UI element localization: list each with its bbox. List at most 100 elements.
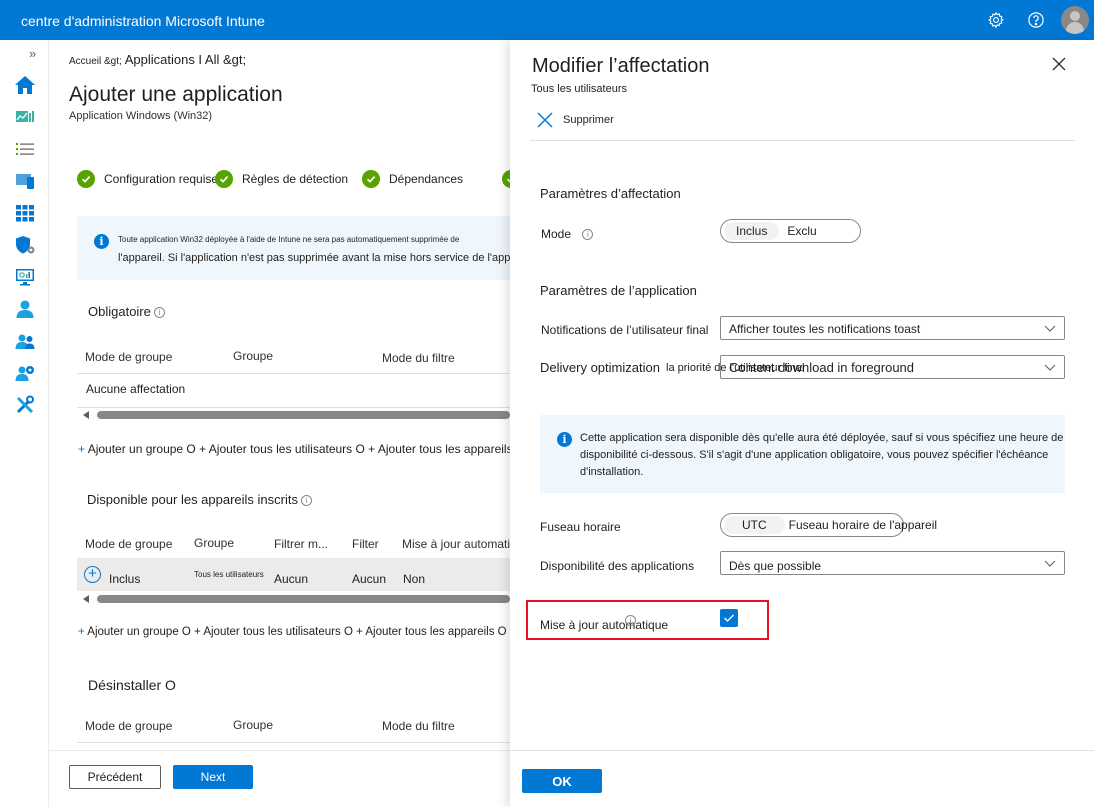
page-title: Ajouter une application	[69, 83, 283, 106]
notifications-value: Afficher toutes les notifications toast	[729, 322, 921, 336]
expand-nav-icon[interactable]: »	[29, 46, 36, 61]
timezone-label: Fuseau horaire	[540, 520, 621, 534]
close-icon[interactable]	[1051, 56, 1067, 72]
add-links-text[interactable]: Ajouter un groupe O + Ajouter tous les u…	[88, 442, 510, 456]
step-label: Configuration requise	[104, 172, 219, 186]
column-header[interactable]: Groupe	[194, 536, 234, 550]
notifications-dropdown[interactable]: Afficher toutes les notifications toast	[720, 316, 1065, 340]
remove-label: Supprimer	[563, 114, 614, 126]
remove-x-icon	[537, 112, 553, 128]
step-detection-rules[interactable]: Règles de détection	[215, 170, 348, 188]
devices-icon[interactable]	[14, 170, 36, 192]
mode-toggle[interactable]: Inclus Exclu	[720, 219, 861, 243]
info-circle-icon[interactable]: i	[301, 495, 312, 507]
horizontal-scrollbar[interactable]	[77, 593, 510, 605]
delivery-value: Content download in foreground	[729, 360, 915, 375]
breadcrumb-apps[interactable]: Applications I All &gt;	[125, 52, 246, 67]
column-header[interactable]: Groupe	[233, 718, 273, 732]
check-icon	[215, 170, 233, 188]
step-dependencies[interactable]: Dépendances	[362, 170, 463, 188]
column-header[interactable]: Mode de groupe	[85, 350, 172, 364]
ok-button[interactable]: OK	[522, 769, 602, 793]
list-icon[interactable]	[14, 138, 36, 160]
win32-info-banner: i Toute application Win32 déployée à l'a…	[77, 216, 510, 280]
column-header[interactable]: Mode du filtre	[382, 351, 455, 365]
avatar-head	[1070, 11, 1080, 21]
add-links-text[interactable]: Ajouter un groupe O + Ajouter tous les u…	[87, 626, 506, 638]
mode-option-included[interactable]: Inclus	[724, 222, 780, 240]
available-section-title: Disponible pour les appareils inscrits i	[87, 492, 312, 507]
dashboard-icon[interactable]	[14, 106, 36, 128]
timezone-toggle[interactable]: UTC Fuseau horaire de l'appareil	[720, 513, 937, 537]
panel-footer: OK	[510, 750, 1094, 807]
scrollbar-thumb[interactable]	[97, 411, 510, 419]
next-button[interactable]: Next	[173, 765, 253, 789]
divider	[530, 140, 1075, 141]
info-circle-icon[interactable]: i	[582, 229, 594, 241]
column-header[interactable]: Mode de groupe	[85, 537, 172, 551]
mode-option-excluded[interactable]: Exclu	[779, 222, 828, 240]
mode-label: Mode i	[541, 227, 594, 241]
column-header[interactable]: Mise à jour automatique	[402, 537, 510, 551]
user-icon[interactable]	[14, 298, 36, 320]
check-icon	[362, 170, 380, 188]
uninstall-section-title: Désinstaller O	[88, 677, 176, 693]
auto-update-label: Mise à jour automatique	[540, 618, 669, 632]
availability-dropdown[interactable]: Dès que possible	[720, 551, 1065, 575]
cell-filter: Aucun	[352, 572, 387, 586]
breadcrumb: Accueil &gt; Applications I All &gt;	[69, 52, 246, 67]
remove-label-text: Supprimer	[563, 114, 614, 126]
remove-button[interactable]: Supprimer	[537, 112, 614, 128]
tools-icon[interactable]	[14, 394, 36, 416]
chevron-down-icon	[1044, 364, 1056, 371]
avatar[interactable]	[1061, 6, 1089, 34]
chevron-down-icon	[1044, 325, 1056, 332]
column-header[interactable]: Mode du filtre	[382, 719, 455, 733]
available-add-links[interactable]: + Ajouter un groupe O + Ajouter tous les…	[78, 626, 507, 638]
help-icon[interactable]	[1025, 9, 1047, 31]
group-icon[interactable]	[14, 330, 36, 352]
wizard-footer: Précédent Next	[49, 750, 510, 807]
table-row[interactable]: + Inclus Tous les utilisateurs Aucun Auc…	[77, 558, 510, 591]
required-add-links[interactable]: + Ajouter un groupe O + Ajouter tous les…	[78, 442, 510, 456]
previous-button[interactable]: Précédent	[69, 765, 161, 789]
info-text-line2: l'appareil. Si l'application n'est pas s…	[118, 252, 510, 264]
scrollbar-thumb[interactable]	[97, 595, 510, 603]
plus-circle-icon[interactable]: +	[84, 566, 101, 583]
info-circle-icon[interactable]: i	[625, 615, 636, 626]
column-header[interactable]: Groupe	[233, 349, 273, 363]
step-requirements[interactable]: Configuration requise	[77, 170, 218, 188]
column-header[interactable]: Mode de groupe	[85, 719, 172, 733]
breadcrumb-home[interactable]: Accueil &gt;	[69, 56, 122, 67]
plus-icon: +	[78, 442, 88, 456]
panel-subtitle: Tous les utilisateurs	[531, 83, 627, 95]
edit-assignment-panel: Modifier l’affectation Tous les utilisat…	[510, 40, 1094, 807]
cell-filter-mode: Aucun	[274, 572, 309, 586]
column-header[interactable]: Filtrer m...	[274, 537, 328, 551]
gear-icon[interactable]	[985, 9, 1007, 31]
monitor-chart-icon[interactable]	[14, 266, 36, 288]
step-label: Règles de détection	[242, 172, 349, 186]
availability-label: Disponibilité des applications	[540, 559, 695, 573]
notifications-label: Notifications de l’utilisateur final	[541, 323, 709, 337]
app-title: centre d'administration Microsoft Intune	[21, 13, 265, 29]
scroll-left-icon[interactable]	[83, 411, 89, 419]
step-next[interactable]	[502, 170, 510, 188]
auto-update-checkbox[interactable]	[720, 609, 738, 627]
delivery-optimization-dropdown[interactable]: Content download in foreground	[720, 355, 1065, 379]
cell-auto-update: Non	[403, 572, 426, 586]
cell-group: Tous les utilisateurs	[194, 570, 264, 579]
timezone-option-device[interactable]: Fuseau horaire de l'appareil	[785, 516, 949, 534]
panel-title: Modifier l’affectation	[532, 55, 710, 77]
info-circle-icon[interactable]: i	[153, 307, 165, 319]
availability-value: Dès que possible	[729, 559, 822, 573]
user-gear-icon[interactable]	[14, 362, 36, 384]
shield-gear-icon[interactable]	[14, 234, 36, 256]
apps-grid-icon[interactable]	[14, 202, 36, 224]
horizontal-scrollbar[interactable]	[77, 409, 510, 421]
scroll-left-icon[interactable]	[83, 595, 89, 603]
home-icon[interactable]	[14, 74, 36, 96]
timezone-option-utc[interactable]: UTC	[724, 516, 785, 534]
column-header[interactable]: Filter	[352, 537, 379, 551]
divider	[77, 373, 510, 374]
